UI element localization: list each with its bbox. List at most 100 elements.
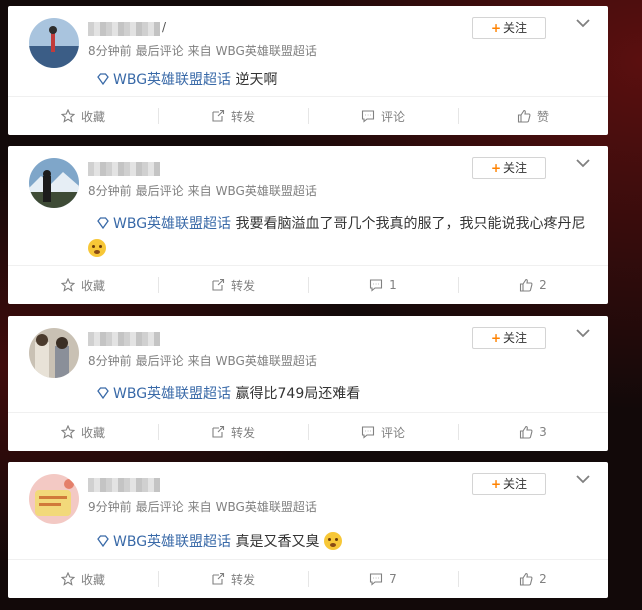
collect-button[interactable]: 收藏 [8, 560, 158, 598]
post-text: 我要看脑溢血了哥几个我真的服了，我只能说我心疼丹尼 [235, 216, 586, 232]
topic-link[interactable]: WBG英雄联盟超话 [113, 534, 231, 550]
post-meta: 8分钟前 最后评论 来自 WBG英雄联盟超话 [88, 182, 321, 199]
chevron-down-icon[interactable] [576, 18, 590, 28]
source-link[interactable]: WBG英雄联盟超话 [216, 44, 317, 58]
follow-label: 关注 [503, 331, 528, 345]
like-count: 3 [539, 425, 547, 439]
like-button[interactable]: 3 [458, 413, 608, 451]
source-link[interactable]: WBG英雄联盟超话 [216, 184, 317, 198]
avatar[interactable] [29, 328, 79, 378]
post-card: 8分钟前 最后评论 来自 WBG英雄联盟超话 + 关注 WBG英雄联盟超话 我要看脑溢血… [8, 146, 608, 304]
post-content: WBG英雄联盟超话 真是又香又臭 [97, 530, 594, 554]
emoji-icon [323, 532, 342, 550]
like-button[interactable]: 2 [458, 560, 608, 598]
collect-label: 收藏 [80, 278, 105, 293]
post-card: / 8分钟前 最后评论 来自 WBG英雄联盟超话 + 关注 WBG英雄联盟超话 逆天啊 … [8, 6, 608, 135]
follow-button[interactable]: + 关注 [472, 17, 546, 39]
comment-count: 1 [389, 278, 397, 292]
topic-link[interactable]: WBG英雄联盟超话 [113, 72, 231, 88]
star-icon [60, 425, 75, 439]
repost-label: 转发 [230, 425, 255, 440]
like-count: 2 [539, 572, 547, 586]
comment-button[interactable]: 1 [308, 266, 458, 304]
post-meta: 8分钟前 最后评论 来自 WBG英雄联盟超话 [88, 352, 321, 369]
post-content: WBG英雄联盟超话 我要看脑溢血了哥几个我真的服了，我只能说我心疼丹尼 [97, 212, 594, 236]
last-comment-label: 最后评论 [135, 500, 184, 514]
avatar[interactable] [29, 18, 79, 68]
comment-label: 评论 [380, 425, 405, 440]
source-prefix: 来自 [187, 500, 212, 514]
like-label: 赞 [536, 109, 549, 124]
post-card: 8分钟前 最后评论 来自 WBG英雄联盟超话 + 关注 WBG英雄联盟超话 赢得比749… [8, 316, 608, 451]
last-comment-label: 最后评论 [135, 44, 184, 58]
follow-button[interactable]: + 关注 [472, 157, 546, 179]
repost-button[interactable]: 转发 [158, 97, 308, 135]
action-bar: 收藏 转发 评论 3 [8, 412, 608, 451]
comment-button[interactable]: 7 [308, 560, 458, 598]
plus-icon: + [490, 21, 502, 35]
post-meta: 8分钟前 最后评论 来自 WBG英雄联盟超话 [88, 42, 321, 59]
like-button[interactable]: 2 [458, 266, 608, 304]
follow-button[interactable]: + 关注 [472, 473, 546, 495]
plus-icon: + [490, 477, 502, 491]
collect-button[interactable]: 收藏 [8, 97, 158, 135]
action-bar: 收藏 转发 7 2 [8, 559, 608, 598]
super-topic-icon [97, 217, 109, 229]
repost-button[interactable]: 转发 [158, 266, 308, 304]
collect-button[interactable]: 收藏 [8, 413, 158, 451]
follow-button[interactable]: + 关注 [472, 327, 546, 349]
last-comment-label: 最后评论 [135, 184, 184, 198]
repost-button[interactable]: 转发 [158, 413, 308, 451]
star-icon [60, 572, 75, 586]
source-link[interactable]: WBG英雄联盟超话 [216, 354, 317, 368]
post-text: 赢得比749局还难看 [235, 386, 361, 402]
chevron-down-icon[interactable] [576, 474, 590, 484]
avatar[interactable] [29, 158, 79, 208]
source-prefix: 来自 [187, 184, 212, 198]
chevron-down-icon[interactable] [576, 158, 590, 168]
action-bar: 收藏 转发 1 2 [8, 265, 608, 304]
post-content: WBG英雄联盟超话 逆天啊 [97, 68, 594, 92]
collect-label: 收藏 [80, 109, 105, 124]
repost-button[interactable]: 转发 [158, 560, 308, 598]
comment-button[interactable]: 评论 [308, 413, 458, 451]
emoji-icon [88, 239, 106, 257]
thumbs-up-icon [520, 572, 533, 586]
post-time[interactable]: 9分钟前 [88, 500, 132, 514]
source-prefix: 来自 [187, 354, 212, 368]
source-prefix: 来自 [187, 44, 212, 58]
last-comment-label: 最后评论 [135, 354, 184, 368]
super-topic-icon [97, 535, 109, 547]
thumbs-up-icon [520, 278, 533, 292]
action-bar: 收藏 转发 评论 赞 [8, 96, 608, 135]
comment-icon [361, 110, 375, 123]
repost-icon [212, 278, 225, 291]
post-time[interactable]: 8分钟前 [88, 184, 132, 198]
repost-label: 转发 [230, 572, 255, 587]
collect-button[interactable]: 收藏 [8, 266, 158, 304]
post-time[interactable]: 8分钟前 [88, 44, 132, 58]
plus-icon: + [490, 331, 502, 345]
chevron-down-icon[interactable] [576, 328, 590, 338]
comment-count: 7 [389, 572, 397, 586]
topic-link[interactable]: WBG英雄联盟超话 [113, 386, 231, 402]
username-blurred[interactable]: / [88, 20, 166, 36]
username-blurred[interactable] [88, 332, 160, 346]
comment-label: 评论 [380, 109, 405, 124]
topic-link[interactable]: WBG英雄联盟超话 [113, 216, 231, 232]
username-blurred[interactable] [88, 162, 160, 176]
source-link[interactable]: WBG英雄联盟超话 [216, 500, 317, 514]
post-time[interactable]: 8分钟前 [88, 354, 132, 368]
thumbs-up-icon [520, 425, 533, 439]
comment-icon [370, 279, 383, 292]
follow-label: 关注 [503, 161, 528, 175]
avatar[interactable] [29, 474, 79, 524]
comment-button[interactable]: 评论 [308, 97, 458, 135]
thumbs-up-icon [517, 109, 531, 123]
like-button[interactable]: 赞 [458, 97, 608, 135]
comment-icon [361, 426, 375, 439]
star-icon [60, 109, 75, 123]
like-count: 2 [539, 278, 547, 292]
repost-icon [212, 109, 225, 122]
username-blurred[interactable] [88, 478, 160, 492]
